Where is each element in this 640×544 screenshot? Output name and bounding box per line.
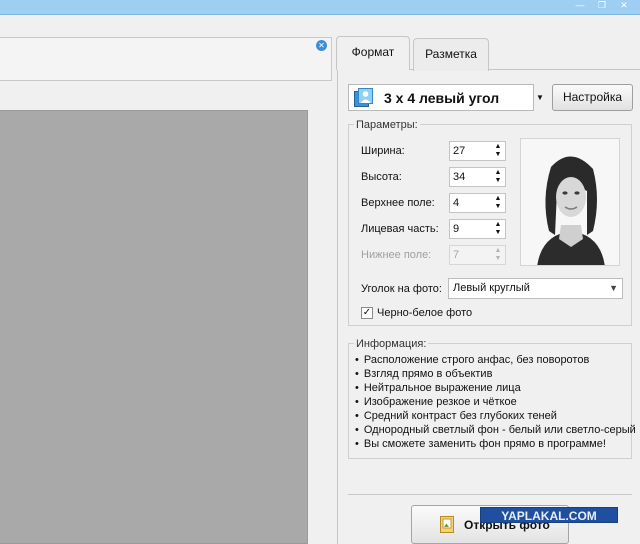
bw-photo-checkbox[interactable]: ✓ — [361, 307, 373, 319]
workspace-toolbar — [0, 37, 332, 81]
format-select[interactable]: 3 х 4 левый угол — [348, 84, 534, 111]
bottom-margin-label: Нижнее поле: — [361, 249, 432, 261]
height-stepper[interactable]: 34 ▲ ▼ — [449, 167, 506, 187]
top-margin-stepper[interactable]: 4 ▲ ▼ — [449, 193, 506, 213]
height-value: 34 — [453, 171, 466, 183]
info-item: Нейтральное выражение лица — [355, 381, 640, 395]
corner-value: Левый круглый — [453, 282, 530, 294]
settings-button[interactable]: Настройка — [552, 84, 633, 111]
info-list: Расположение строго анфас, без поворотов… — [355, 353, 640, 451]
close-panel-icon[interactable]: ✕ — [316, 40, 327, 51]
parameters-legend: Параметры: — [354, 119, 420, 131]
tab-format[interactable]: Формат — [336, 36, 410, 70]
info-legend: Информация: — [354, 338, 429, 350]
bw-photo-label: Черно-белое фото — [377, 307, 473, 319]
height-label: Высота: — [361, 171, 402, 183]
info-item: Средний контраст без глубоких теней — [355, 409, 640, 423]
spin-up-icon[interactable]: ▲ — [495, 195, 502, 202]
face-part-value: 9 — [453, 223, 460, 235]
spin-arrows[interactable]: ▲ ▼ — [492, 169, 504, 185]
width-value: 27 — [453, 145, 466, 157]
chevron-down-icon[interactable]: ▼ — [609, 283, 618, 293]
minimize-icon[interactable]: — — [571, 0, 589, 12]
bottom-margin-value: 7 — [453, 249, 460, 261]
spin-down-icon[interactable]: ▼ — [495, 229, 502, 236]
spin-up-icon: ▲ — [494, 247, 502, 254]
width-label: Ширина: — [361, 145, 405, 157]
photo-canvas[interactable] — [0, 110, 308, 544]
photo-id-card-icon — [354, 88, 373, 107]
portrait-image — [521, 139, 619, 265]
photo-preview — [520, 138, 620, 266]
spin-up-icon[interactable]: ▲ — [495, 169, 502, 176]
info-item: Вы сможете заменить фон прямо в программ… — [355, 437, 640, 451]
format-dropdown-icon[interactable]: ▼ — [534, 84, 546, 111]
info-item: Расположение строго анфас, без поворотов — [355, 353, 640, 367]
corner-label: Уголок на фото: — [361, 283, 442, 295]
close-icon[interactable]: ✕ — [615, 0, 633, 12]
spin-arrows[interactable]: ▲ ▼ — [492, 221, 504, 237]
top-margin-label: Верхнее поле: — [361, 197, 435, 209]
info-item: Однородный светлый фон - белый или светл… — [355, 423, 640, 437]
spin-up-icon[interactable]: ▲ — [495, 221, 502, 228]
tab-markup[interactable]: Разметка — [413, 38, 489, 71]
spin-down-icon[interactable]: ▼ — [495, 203, 502, 210]
bottom-margin-stepper: 7 ▲ ▼ — [449, 245, 506, 265]
window-titlebar: — ❐ ✕ — [0, 0, 640, 15]
spin-arrows[interactable]: ▲ ▼ — [492, 195, 504, 211]
spin-arrows[interactable]: ▲ ▼ — [492, 143, 504, 159]
format-value: 3 х 4 левый угол — [384, 90, 500, 106]
panel-divider — [348, 494, 632, 495]
info-item: Изображение резкое и чёткое — [355, 395, 640, 409]
open-photo-icon — [440, 516, 454, 533]
spin-down-icon[interactable]: ▼ — [495, 177, 502, 184]
spin-up-icon[interactable]: ▲ — [495, 143, 502, 150]
corner-select[interactable]: Левый круглый ▼ — [448, 278, 623, 299]
top-margin-value: 4 — [453, 197, 460, 209]
spin-down-icon[interactable]: ▼ — [495, 151, 502, 158]
info-item: Взгляд прямо в объектив — [355, 367, 640, 381]
face-part-label: Лицевая часть: — [361, 223, 439, 235]
spin-arrows: ▲ ▼ — [492, 247, 504, 263]
restore-icon[interactable]: ❐ — [593, 0, 611, 12]
spin-down-icon: ▼ — [494, 255, 502, 262]
watermark-logo: YAPLAKAL.COM — [480, 507, 618, 523]
width-stepper[interactable]: 27 ▲ ▼ — [449, 141, 506, 161]
face-part-stepper[interactable]: 9 ▲ ▼ — [449, 219, 506, 239]
